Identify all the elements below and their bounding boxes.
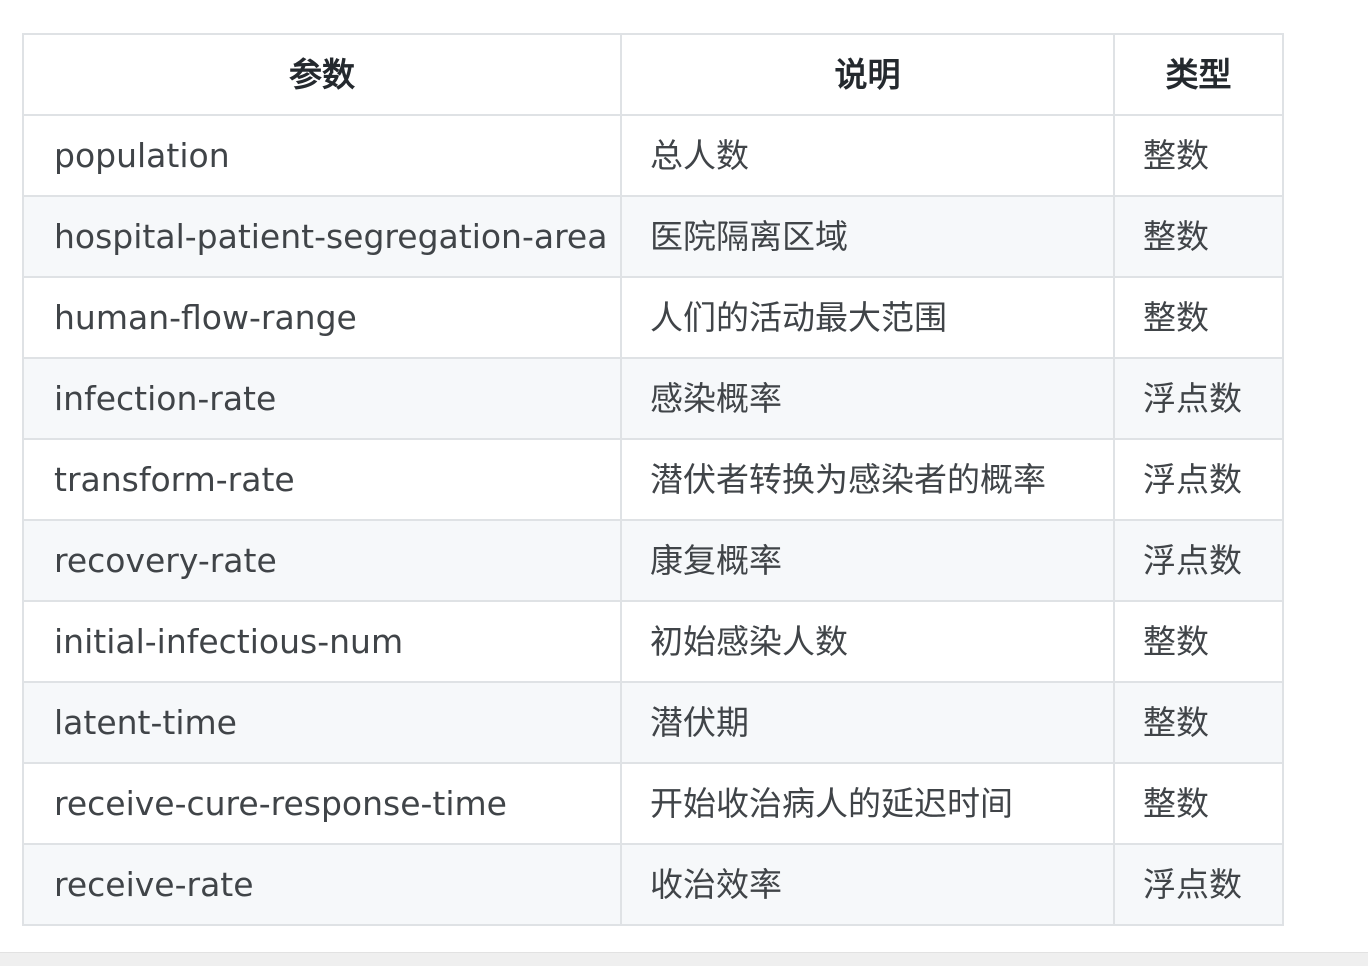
table-header: 参数 说明 类型 (22, 33, 1284, 116)
cell-description: 潜伏者转换为感染者的概率 (620, 438, 1115, 521)
cell-param: infection-rate (22, 357, 622, 440)
cell-param: receive-rate (22, 843, 622, 926)
cell-param: receive-cure-response-time (22, 762, 622, 845)
parameter-table: 参数 说明 类型 population 总人数 整数 hospital-pati… (22, 33, 1284, 926)
table-row: latent-time 潜伏期 整数 (22, 681, 1284, 764)
header-param: 参数 (22, 33, 622, 116)
table-row: hospital-patient-segregation-area 医院隔离区域… (22, 195, 1284, 278)
cell-type: 整数 (1113, 762, 1284, 845)
cell-type: 浮点数 (1113, 519, 1284, 602)
cell-type: 整数 (1113, 114, 1284, 197)
cell-param: recovery-rate (22, 519, 622, 602)
cell-type: 整数 (1113, 600, 1284, 683)
cell-param: latent-time (22, 681, 622, 764)
horizontal-scrollbar[interactable] (0, 952, 1368, 966)
header-row: 参数 说明 类型 (22, 33, 1284, 116)
table-row: infection-rate 感染概率 浮点数 (22, 357, 1284, 440)
table-row: recovery-rate 康复概率 浮点数 (22, 519, 1284, 602)
cell-description: 人们的活动最大范围 (620, 276, 1115, 359)
cell-type: 整数 (1113, 276, 1284, 359)
table-row: human-flow-range 人们的活动最大范围 整数 (22, 276, 1284, 359)
table-row: receive-cure-response-time 开始收治病人的延迟时间 整… (22, 762, 1284, 845)
cell-param: transform-rate (22, 438, 622, 521)
page: 参数 说明 类型 population 总人数 整数 hospital-pati… (0, 0, 1368, 966)
cell-type: 浮点数 (1113, 438, 1284, 521)
table-row: receive-rate 收治效率 浮点数 (22, 843, 1284, 926)
cell-description: 感染概率 (620, 357, 1115, 440)
table-row: initial-infectious-num 初始感染人数 整数 (22, 600, 1284, 683)
cell-description: 收治效率 (620, 843, 1115, 926)
cell-description: 康复概率 (620, 519, 1115, 602)
header-description: 说明 (620, 33, 1115, 116)
table-row: transform-rate 潜伏者转换为感染者的概率 浮点数 (22, 438, 1284, 521)
table-row: population 总人数 整数 (22, 114, 1284, 197)
cell-type: 整数 (1113, 195, 1284, 278)
cell-description: 初始感染人数 (620, 600, 1115, 683)
cell-description: 医院隔离区域 (620, 195, 1115, 278)
header-type: 类型 (1113, 33, 1284, 116)
cell-param: initial-infectious-num (22, 600, 622, 683)
cell-param: hospital-patient-segregation-area (22, 195, 622, 278)
cell-param: human-flow-range (22, 276, 622, 359)
cell-description: 开始收治病人的延迟时间 (620, 762, 1115, 845)
table-body: population 总人数 整数 hospital-patient-segre… (22, 114, 1284, 926)
cell-description: 总人数 (620, 114, 1115, 197)
cell-type: 整数 (1113, 681, 1284, 764)
cell-type: 浮点数 (1113, 843, 1284, 926)
cell-param: population (22, 114, 622, 197)
cell-description: 潜伏期 (620, 681, 1115, 764)
cell-type: 浮点数 (1113, 357, 1284, 440)
